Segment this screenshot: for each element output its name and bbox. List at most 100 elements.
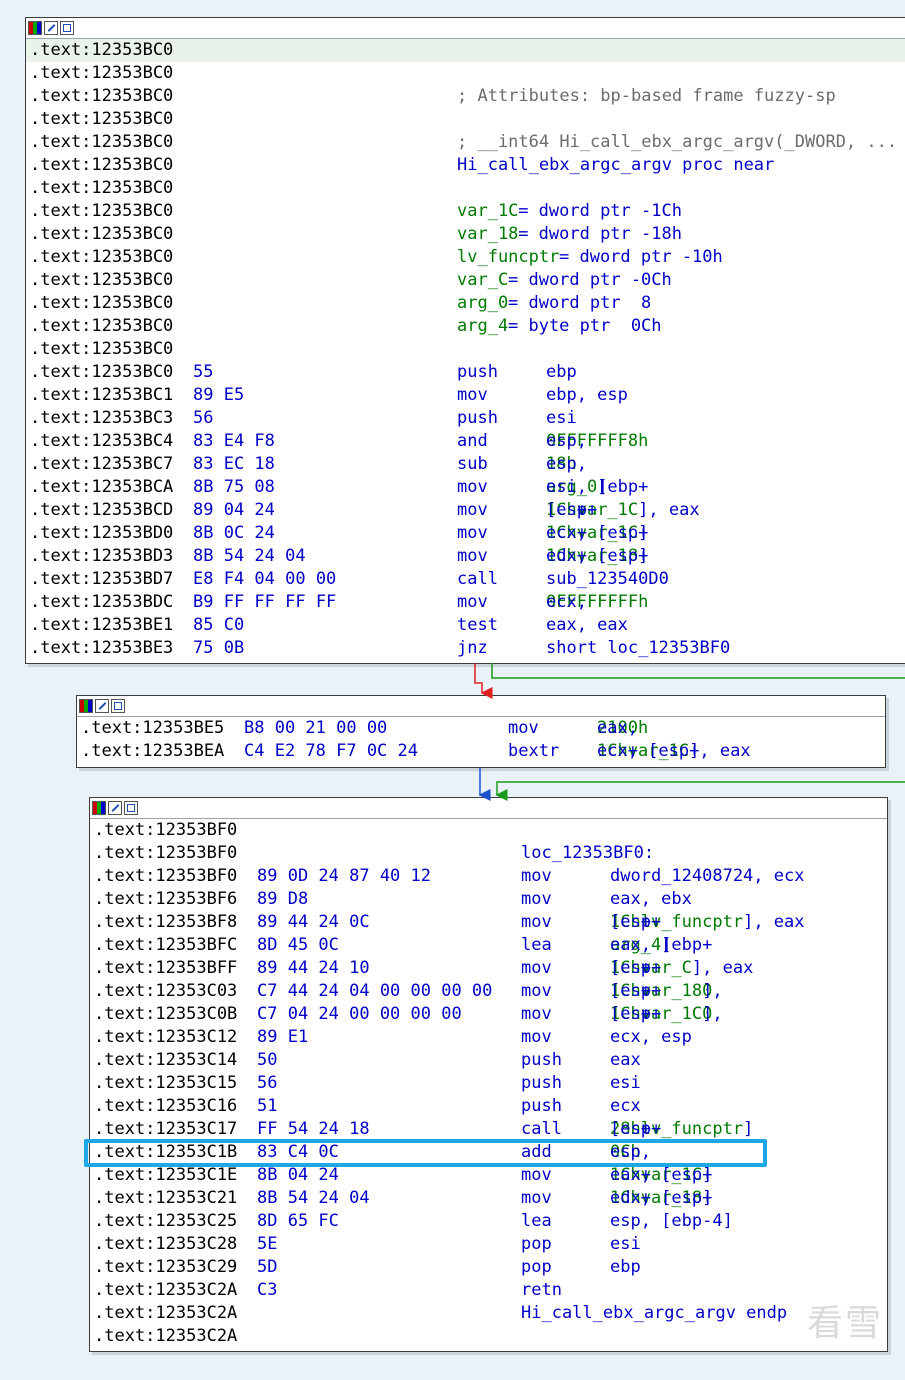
opcode-bytes: 89 D8 [257,889,309,909]
asm-line[interactable]: .text:12353BD3 8B 54 24 04 mov edx, [esp+ 1C… [26,545,905,568]
asm-line[interactable]: .text:12353BCD 89 04 24 mov [esp+ 1Ch + var_1C… [26,499,905,522]
stack-var-name: var_C [457,270,509,290]
address: .text:12353C16 [94,1096,238,1116]
asm-line[interactable]: .text:12353BC4 83 E4 F8 and esp, 0FFFFFFF8h [26,430,905,453]
asm-line[interactable]: .text:12353BFC 8D 45 0C lea eax, [ebp+ arg_4… [90,934,887,957]
asm-line[interactable]: .text:12353BC0 arg_4 = byte ptr 0Ch [26,315,905,338]
asm-line[interactable]: .text:12353BC0 [26,39,905,62]
asm-line[interactable]: .text:12353C14 50 push eax [90,1049,887,1072]
edit-icon[interactable] [44,21,58,35]
asm-line[interactable]: .text:12353BF8 89 44 24 0C mov [esp+ 1Ch + lv_… [90,911,887,934]
asm-line[interactable]: .text:12353BD0 8B 0C 24 mov ecx, [esp+ 1Ch + v… [26,522,905,545]
asm-line[interactable]: .text:12353BD7 E8 F4 04 00 00 call sub_1235… [26,568,905,591]
operand-part: + [640,1004,651,1024]
operand-part: ebp [610,1257,641,1277]
operand-part: eax, eax [546,615,628,635]
asm-line[interactable]: .text:12353BE1 85 C0 test eax, eax [26,614,905,637]
asm-line[interactable]: .text:12353C28 5E pop esi [90,1233,887,1256]
asm-line[interactable]: .text:12353C2A [90,1325,887,1348]
code-block-2[interactable]: .text:12353BE5 B8 00 21 00 00 mov eax, 2100… [76,695,886,768]
mnemonic: mov [521,981,552,1001]
code-block-3[interactable]: .text:12353BF0 .text:12353BF0 loc_12353BF0… [89,797,888,1352]
comment: ; __int64 Hi_call_ebx_argc_argv(_DWORD, … [457,132,898,152]
operand-part: ] [638,523,649,543]
address: .text:12353BC0 [30,293,174,313]
graph-icon[interactable] [111,699,125,713]
asm-line[interactable]: .text:12353BC0 [26,108,905,131]
asm-line[interactable]: .text:12353BC1 89 E5 mov ebp, esp [26,384,905,407]
address: .text:12353BEA [81,741,225,761]
asm-line[interactable]: .text:12353BDC B9 FF FF FF FF mov ecx, 0FFF… [26,591,905,614]
mnemonic: retn [521,1280,562,1300]
opcode-bytes: 55 [193,362,214,382]
address: .text:12353BC0 [30,224,174,244]
asm-line[interactable]: .text:12353C03 C7 44 24 04 00 00 00 00 mov… [90,980,887,1003]
opcode-bytes: C7 04 24 00 00 00 00 [257,1004,462,1024]
operands: esp, 0FFFFFFF8h [546,430,648,453]
asm-line[interactable]: .text:12353BC0 [26,338,905,361]
asm-line[interactable]: .text:12353BC0 var_1C = dword ptr -1Ch [26,200,905,223]
asm-line[interactable]: .text:12353BC0 ; __int64 Hi_call_ebx_argc… [26,131,905,154]
asm-line[interactable]: .text:12353BC0 var_C = dword ptr -0Ch [26,269,905,292]
asm-line[interactable]: .text:12353BE5 B8 00 21 00 00 mov eax, 2100… [77,717,885,740]
asm-line[interactable]: .text:12353BC0 ; Attributes: bp-based fra… [26,85,905,108]
asm-line[interactable]: .text:12353BC0 lv_funcptr = dword ptr -10h [26,246,905,269]
asm-line[interactable]: .text:12353C16 51 push ecx [90,1095,887,1118]
asm-line[interactable]: .text:12353C2A C3 retn [90,1279,887,1302]
mnemonic: mov [521,889,552,909]
asm-line[interactable]: .text:12353C0B C7 04 24 00 00 00 00 mov [es… [90,1003,887,1026]
edit-icon[interactable] [95,699,109,713]
asm-line[interactable]: .text:12353BCA 8B 75 08 mov esi, [ebp+ arg_0… [26,476,905,499]
operand-part: esi [610,1073,641,1093]
asm-line[interactable]: .text:12353C29 5D pop ebp [90,1256,887,1279]
stack-var-name: arg_0 [457,293,509,313]
color-icon[interactable] [79,699,93,713]
operand-part: sub_123540D0 [546,569,669,589]
asm-line[interactable]: .text:12353BC0 55 push ebp [26,361,905,384]
operands: eax, [ebp+ arg_4] [610,934,712,957]
opcode-bytes: 83 E4 F8 [193,431,275,451]
asm-line[interactable]: .text:12353C15 56 push esi [90,1072,887,1095]
block-lines: .text:12353BE5 B8 00 21 00 00 mov eax, 2100… [77,717,885,763]
address: .text:12353C0B [94,1004,238,1024]
operands: eax, 2100h [597,717,648,740]
asm-line[interactable]: .text:12353BC0 Hi_call_ebx_argc_argv proc… [26,154,905,177]
operand-part: ], eax [689,741,751,761]
address: .text:12353BC1 [30,385,174,405]
graph-icon[interactable] [60,21,74,35]
operand-part: + [640,1165,651,1185]
code-block-1[interactable]: .text:12353BC0 .text:12353BC0 .text:12353B… [25,17,905,664]
asm-line[interactable]: .text:12353BC0 [26,177,905,200]
asm-line[interactable]: .text:12353BF6 89 D8 mov eax, ebx [90,888,887,911]
asm-line[interactable]: .text:12353BEA C4 E2 78 F7 0C 24 bextr ecx,… [77,740,885,763]
mnemonic: mov [521,1165,552,1185]
asm-line[interactable]: .text:12353BC3 56 push esi [26,407,905,430]
stack-var-name: var_1C [457,201,519,221]
asm-line[interactable]: .text:12353C25 8D 65 FC lea esp, [ebp-4] [90,1210,887,1233]
color-icon[interactable] [28,21,42,35]
color-icon[interactable] [92,801,106,815]
opcode-bytes: 75 0B [193,638,245,658]
operand-part: ebp [546,362,577,382]
operand-part: + [576,523,587,543]
asm-line[interactable]: .text:12353C1E 8B 04 24 mov eax, [esp+ 1Ch + v… [90,1164,887,1187]
asm-line[interactable]: .text:12353C2A Hi_call_ebx_argc_argv endp [90,1302,887,1325]
address: .text:12353BDC [30,592,174,612]
asm-line[interactable]: .text:12353BC0 var_18 = dword ptr -18h [26,223,905,246]
asm-line[interactable]: .text:12353C21 8B 54 24 04 mov edx, [esp+ 1C… [90,1187,887,1210]
asm-line[interactable]: .text:12353BF0 [90,819,887,842]
opcode-bytes: 83 EC 18 [193,454,275,474]
edit-icon[interactable] [108,801,122,815]
asm-line[interactable]: .text:12353BC0 arg_0 = dword ptr 8 [26,292,905,315]
asm-line[interactable]: .text:12353BF0 89 0D 24 87 40 12 mov dword_… [90,865,887,888]
operand-part: [esp+ [610,1004,662,1024]
asm-line[interactable]: .text:12353BC0 [26,62,905,85]
asm-line[interactable]: .text:12353BE3 75 0B jnz short loc_12353BF0 [26,637,905,660]
asm-line[interactable]: .text:12353BFF 89 44 24 10 mov [esp+ 1Ch + var… [90,957,887,980]
asm-line[interactable]: .text:12353C12 89 E1 mov ecx, esp [90,1026,887,1049]
asm-line[interactable]: .text:12353BC7 83 EC 18 sub esp, 18h [26,453,905,476]
graph-icon[interactable] [124,801,138,815]
operands: edx, [esp+ 1Ch + var_18] [610,1187,712,1210]
asm-line[interactable]: .text:12353C17 FF 54 24 18 call [esp+ 28h + lv… [90,1118,887,1141]
asm-line[interactable]: .text:12353BF0 loc_12353BF0: [90,842,887,865]
